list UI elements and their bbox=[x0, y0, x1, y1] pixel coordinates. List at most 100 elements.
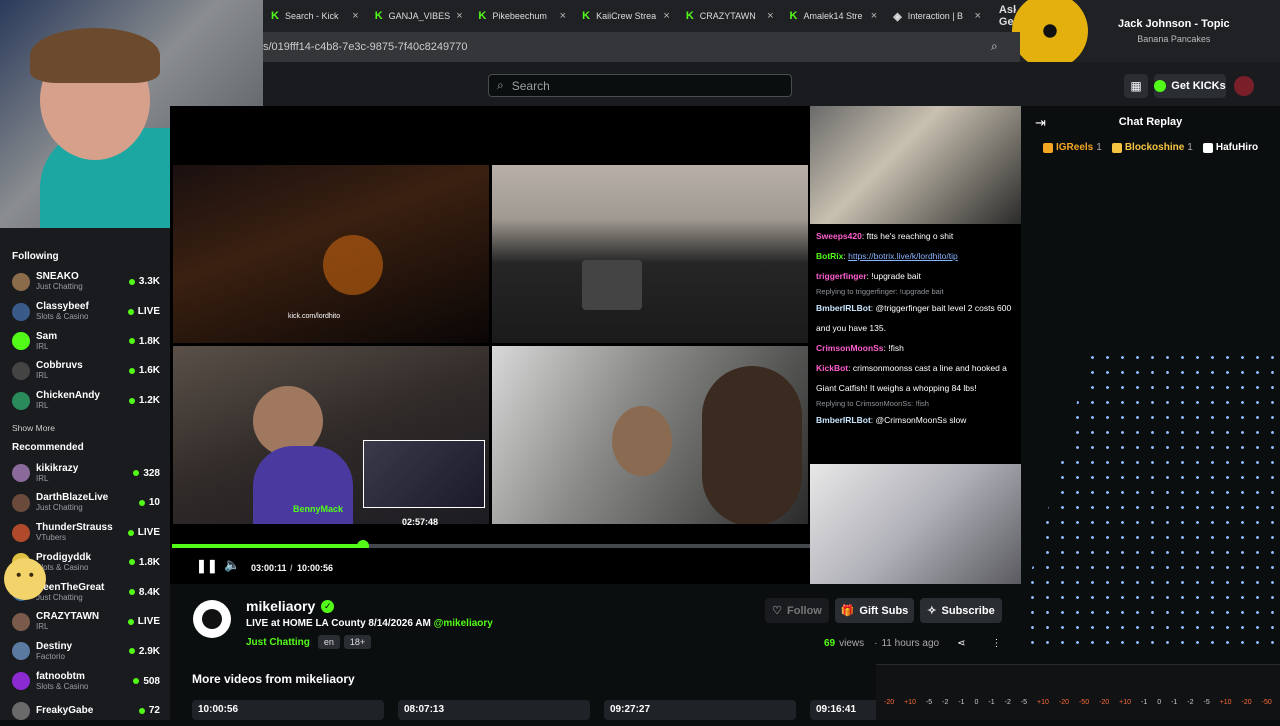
sidebar-channel[interactable]: Classybeef Slots & Casino LIVE bbox=[0, 297, 170, 327]
meter-label: -2 bbox=[1004, 699, 1011, 706]
viewer-count: 1.2K bbox=[128, 395, 160, 406]
close-tab-icon[interactable]: × bbox=[974, 10, 980, 22]
viewer-count: LIVE bbox=[127, 616, 160, 627]
tag-age[interactable]: 18+ bbox=[343, 635, 372, 649]
viewer-count-value: 72 bbox=[148, 705, 160, 717]
close-tab-icon[interactable]: × bbox=[352, 10, 358, 22]
seek-preview-thumbnail bbox=[363, 440, 485, 508]
chat-username[interactable]: triggerfinger bbox=[816, 271, 867, 281]
search-input[interactable]: ⌕ Search bbox=[488, 74, 792, 97]
sidebar-channel[interactable]: DarthBlazeLive Just Chatting 10 bbox=[0, 488, 170, 518]
kick-icon: K bbox=[374, 10, 383, 22]
search-icon: ⌕ bbox=[497, 78, 504, 92]
channel-handle[interactable]: @mikeliaory bbox=[434, 618, 493, 629]
collapse-chat-icon[interactable]: ⇥ bbox=[1035, 115, 1046, 131]
volume-icon[interactable]: 🔈 bbox=[224, 557, 240, 573]
channel-text: Destiny Factorio bbox=[36, 641, 72, 662]
gift-subs-button[interactable]: 🎁 Gift Subs bbox=[835, 598, 914, 623]
library-icon[interactable]: ▦ bbox=[1124, 74, 1148, 98]
browser-tab[interactable]: ◈ Interaction | B × bbox=[885, 0, 989, 32]
media-subtitle: Banana Pancakes bbox=[1137, 34, 1211, 44]
gifter-name: HafuHiro bbox=[1215, 142, 1259, 153]
close-tab-icon[interactable]: × bbox=[456, 10, 462, 22]
viewer-count-value: 328 bbox=[143, 467, 160, 479]
channel-avatar[interactable] bbox=[193, 600, 231, 638]
chat-username[interactable]: CrimsonMoonSs bbox=[816, 343, 884, 353]
follow-button[interactable]: ♡ Follow bbox=[765, 598, 829, 623]
chat-replay-title: Chat Replay bbox=[1118, 116, 1183, 128]
media-popup[interactable]: Jack Johnson - Topic Banana Pancakes bbox=[1012, 0, 1280, 69]
sidebar-channel[interactable]: kikikrazy IRL 328 bbox=[0, 458, 170, 488]
channel-avatar bbox=[12, 332, 30, 351]
sidebar-channel[interactable]: CRAZYTAWN IRL LIVE bbox=[0, 607, 170, 637]
chat-username[interactable]: KickBot bbox=[816, 363, 848, 373]
browser-tab[interactable]: K Search - Kick × bbox=[263, 0, 367, 32]
viewer-count: 328 bbox=[133, 468, 160, 479]
meter-label: -2 bbox=[942, 699, 949, 706]
close-tab-icon[interactable]: × bbox=[767, 10, 773, 22]
channel-name[interactable]: mikeliaory bbox=[246, 598, 315, 614]
gifter-name: IGReels bbox=[1056, 142, 1094, 153]
channel-avatar bbox=[12, 464, 30, 483]
user-avatar[interactable] bbox=[1234, 76, 1254, 96]
sidebar-channel[interactable]: Destiny Factorio 2.9K bbox=[0, 637, 170, 667]
tag-language[interactable]: en bbox=[317, 635, 340, 649]
gift-badge-icon bbox=[1111, 142, 1122, 153]
sidebar-channel[interactable]: ThunderStrauss VTubers LIVE bbox=[0, 518, 170, 548]
chat-username[interactable]: BmberIRLBot bbox=[816, 303, 871, 313]
more-options-icon[interactable]: ⋮ bbox=[992, 638, 1002, 649]
chat-username[interactable]: BotRix bbox=[816, 251, 843, 261]
chat-username[interactable]: Sweeps420 bbox=[816, 231, 862, 241]
viewer-count-value: 2.9K bbox=[138, 645, 160, 657]
chat-reply-context: Replying to triggerfinger: !upgrade bait bbox=[816, 287, 944, 296]
close-tab-icon[interactable]: × bbox=[560, 10, 566, 22]
meter-label: -5 bbox=[1203, 699, 1210, 706]
sidebar-channel[interactable]: FreakyGabe 72 bbox=[0, 696, 170, 726]
channel-name: Prodigyddk bbox=[36, 551, 92, 563]
video-player[interactable]: kick.com/lordhito BennyMack 02:57:48 bbox=[170, 106, 810, 584]
media-title: Jack Johnson - Topic bbox=[1118, 18, 1230, 30]
category-link[interactable]: Just Chatting bbox=[246, 637, 310, 648]
channel-avatar bbox=[12, 361, 30, 380]
meter-label: -50 bbox=[1261, 699, 1272, 706]
address-bar[interactable]: s/019fff14-c4b8-7e3c-9875-7f40c8249770 ⌕ bbox=[263, 32, 1020, 62]
close-tab-icon[interactable]: × bbox=[871, 10, 877, 22]
sidebar-channel[interactable]: fatnoobtm Slots & Casino 508 bbox=[0, 666, 170, 696]
browser-tab[interactable]: K GANJA_VIBES × bbox=[367, 0, 471, 32]
gift-subs-label: Gift Subs bbox=[859, 604, 909, 617]
shield-icon: ◈ bbox=[893, 10, 902, 23]
sidebar-channel[interactable]: Sam IRL 1.8K bbox=[0, 326, 170, 356]
sidebar-channel[interactable]: Cobbruvs IRL 1.6K bbox=[0, 356, 170, 386]
emoji-sticker bbox=[4, 558, 46, 600]
pause-icon[interactable]: ❚❚ bbox=[196, 558, 218, 574]
show-more-link[interactable]: Show More bbox=[0, 415, 170, 441]
browser-tab[interactable]: K Pikebeechum × bbox=[470, 0, 574, 32]
gifter-badge[interactable]: HafuHiro bbox=[1202, 142, 1261, 153]
chat-text: !upgrade bait bbox=[871, 271, 921, 281]
viewer-count: 1.8K bbox=[128, 336, 160, 347]
subscribe-button[interactable]: ✧ Subscribe bbox=[920, 598, 1002, 623]
get-kicks-button[interactable]: Get KICKs bbox=[1154, 74, 1226, 98]
video-thumbnail[interactable]: 09:27:27 bbox=[604, 700, 796, 720]
video-thumbnail[interactable]: 10:00:56 bbox=[192, 700, 384, 720]
channel-category: Slots & Casino bbox=[36, 681, 89, 691]
sidebar-channel[interactable]: ChickenAndy IRL 1.2K bbox=[0, 386, 170, 416]
chat-message: BmberIRLBot: @triggerfinger bait level 2… bbox=[816, 303, 1012, 333]
channel-text: kikikrazy IRL bbox=[36, 463, 78, 484]
gifter-badge[interactable]: IGReels 1 bbox=[1043, 142, 1102, 153]
browser-tab[interactable]: K CRAZYTAWN × bbox=[678, 0, 782, 32]
viewer-count-value: 508 bbox=[143, 675, 160, 687]
star-icon: ✧ bbox=[927, 605, 937, 617]
gifter-badge[interactable]: Blockoshine 1 bbox=[1111, 142, 1193, 153]
share-icon[interactable]: ⋖ bbox=[957, 638, 965, 649]
viewer-count: 10 bbox=[138, 497, 160, 508]
channel-category: Just Chatting bbox=[36, 592, 83, 602]
browser-tab[interactable]: K KaiiCrew Strea × bbox=[574, 0, 678, 32]
zoom-icon[interactable]: ⌕ bbox=[991, 39, 998, 54]
close-tab-icon[interactable]: × bbox=[663, 10, 669, 22]
browser-tab[interactable]: K Amalek14 Stre × bbox=[782, 0, 886, 32]
audio-level-meter: -20 +10 -5 -2 -1 0 -1 -2 -5 +10 -20 -50 -20 +10 -1 0 -1 -… bbox=[876, 664, 1280, 720]
sidebar-channel[interactable]: SNEAKO Just Chatting 3.3K bbox=[0, 267, 170, 297]
video-thumbnail[interactable]: 08:07:13 bbox=[398, 700, 590, 720]
chat-username[interactable]: BmberIRLBot bbox=[816, 415, 871, 425]
